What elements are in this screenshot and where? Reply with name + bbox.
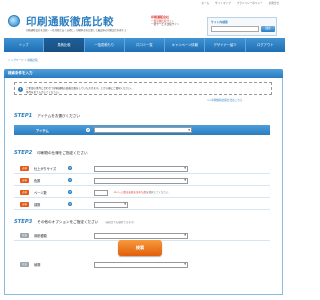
section-title: 検索条件を入力 [8,70,33,75]
site-header: 印刷通販徹底比較 印刷通販会社を比較・一括見積で安くお得に。印刷料金を比較して最… [0,6,287,36]
pages-note-suffix: を選択してください [146,191,169,195]
required-badge: 必須 [20,201,29,207]
site-search-box: サイト内検索 検索 [207,17,277,36]
search-title: サイト内検索 [211,20,228,24]
nav-campaigns[interactable]: キャンペーン情報 [165,38,206,52]
promo-line3: 一括サービス比較サイト [151,23,180,27]
step3-note: （未指定でも検索できます） [103,221,136,224]
nav-logout[interactable]: ログアウト [246,38,285,52]
finish-size-select[interactable] [94,165,188,172]
step2-heading: STEP2 印刷物の仕様をご指定ください [14,150,88,156]
top-link-contact[interactable]: お問合せ [269,1,279,5]
paper-type-select[interactable] [94,232,188,239]
required-badge: 必須 [20,165,29,171]
top-utility-bar: ホーム サイトマップ プライバシーポリシー お問合せ [0,0,287,5]
nav-designers[interactable]: デザイナー紹介 [205,38,246,52]
row-finish-size: 必須 仕上がりサイズ ? [14,163,270,174]
pages-note-prefix: ※ページ数は表紙を含めた数 [114,191,147,195]
row-quantity: 必須 部数 ? [14,199,270,210]
nav-bulk-quote[interactable]: 一括見積もり [85,38,125,52]
info-icon: ! [18,87,23,92]
step3-text: その他のオプションをご指定ください [37,220,99,224]
finish-size-label: 仕上がりサイズ [34,167,57,171]
promo-text: 印刷通販会社 一括見積比較サイト 一括サービス比較サイト [151,15,180,27]
finish-size-help-icon[interactable]: ? [68,166,72,170]
row-delivery: 任意 納期 [14,259,270,270]
top-link-sitemap[interactable]: サイトマップ [215,1,231,5]
top-link-home[interactable]: ホーム [201,1,209,5]
item-row: アイテム ? [14,125,270,135]
required-badge: 必須 [20,177,29,183]
row-pages: 必須 ページ数 ? ※ページ数は表紙を含めた数を選択してください [14,187,270,198]
step1-text: アイテムをお選びください [37,114,80,118]
quantity-label: 部数 [34,203,41,207]
item-select[interactable] [94,127,192,133]
how-to-compare-link[interactable]: >>印刷価格比較方法はこちら [207,98,242,102]
logo-title[interactable]: 印刷通販徹底比較 [26,14,114,29]
step3-heading: STEP3 その他のオプションをご指定ください （未指定でも検索できます） [14,219,136,225]
search-submit-button[interactable]: 検索 [118,240,162,256]
item-label: アイテム [36,128,49,133]
nav-reviews[interactable]: 口コミ一覧 [125,38,166,52]
top-link-privacy[interactable]: プライバシーポリシー [237,1,263,5]
pages-label: ページ数 [34,191,47,195]
step1-number: STEP1 [14,113,33,119]
paper-type-label: 用紙種類 [34,234,47,238]
colors-label: 色数 [34,179,41,183]
item-help-icon[interactable]: ? [86,128,90,132]
notice-box: ! ご希望の条件に合わせて印刷通販の価格比較をしていただけます。上から順にご選択… [14,82,272,95]
step2-text: 印刷物の仕様をご指定ください [37,151,88,155]
step3-number: STEP3 [14,219,33,225]
colors-select[interactable] [94,177,188,184]
pages-input[interactable] [94,189,108,196]
logo-globe-icon[interactable] [8,15,20,27]
required-badge: 必須 [20,189,29,195]
main-nav: トップ 見積比較 一括見積もり 口コミ一覧 キャンペーン情報 デザイナー紹介 ロ… [4,38,285,52]
nav-top[interactable]: トップ [4,38,45,52]
optional-badge: 任意 [20,261,29,267]
pages-help-icon[interactable]: ? [68,190,72,194]
search-input[interactable] [211,26,259,32]
notice-line2: 条件を全て入力してください。 [26,90,61,94]
quantity-select[interactable] [94,201,128,208]
section-header: 検索条件を入力 [4,69,283,78]
logo-subtitle: 印刷通販会社を比較・一括見積で安くお得に。印刷料金を比較して最安値の印刷会社を探… [26,29,127,32]
delivery-label: 納期 [34,263,41,267]
step1-heading: STEP1 アイテムをお選びください [14,113,80,119]
quantity-help-icon[interactable]: ? [68,202,72,206]
optional-badge: 任意 [20,232,29,238]
row-colors: 必須 色数 ? [14,175,270,186]
search-button[interactable]: 検索 [261,26,275,32]
nav-quote-compare[interactable]: 見積比較 [44,38,85,52]
step2-number: STEP2 [14,150,33,156]
breadcrumb[interactable]: トップページ > 価格比較 [8,58,38,62]
pages-note: ※ページ数は表紙を含めた数を選択してください [114,190,168,194]
delivery-select[interactable] [94,261,188,268]
colors-help-icon[interactable]: ? [68,178,72,182]
